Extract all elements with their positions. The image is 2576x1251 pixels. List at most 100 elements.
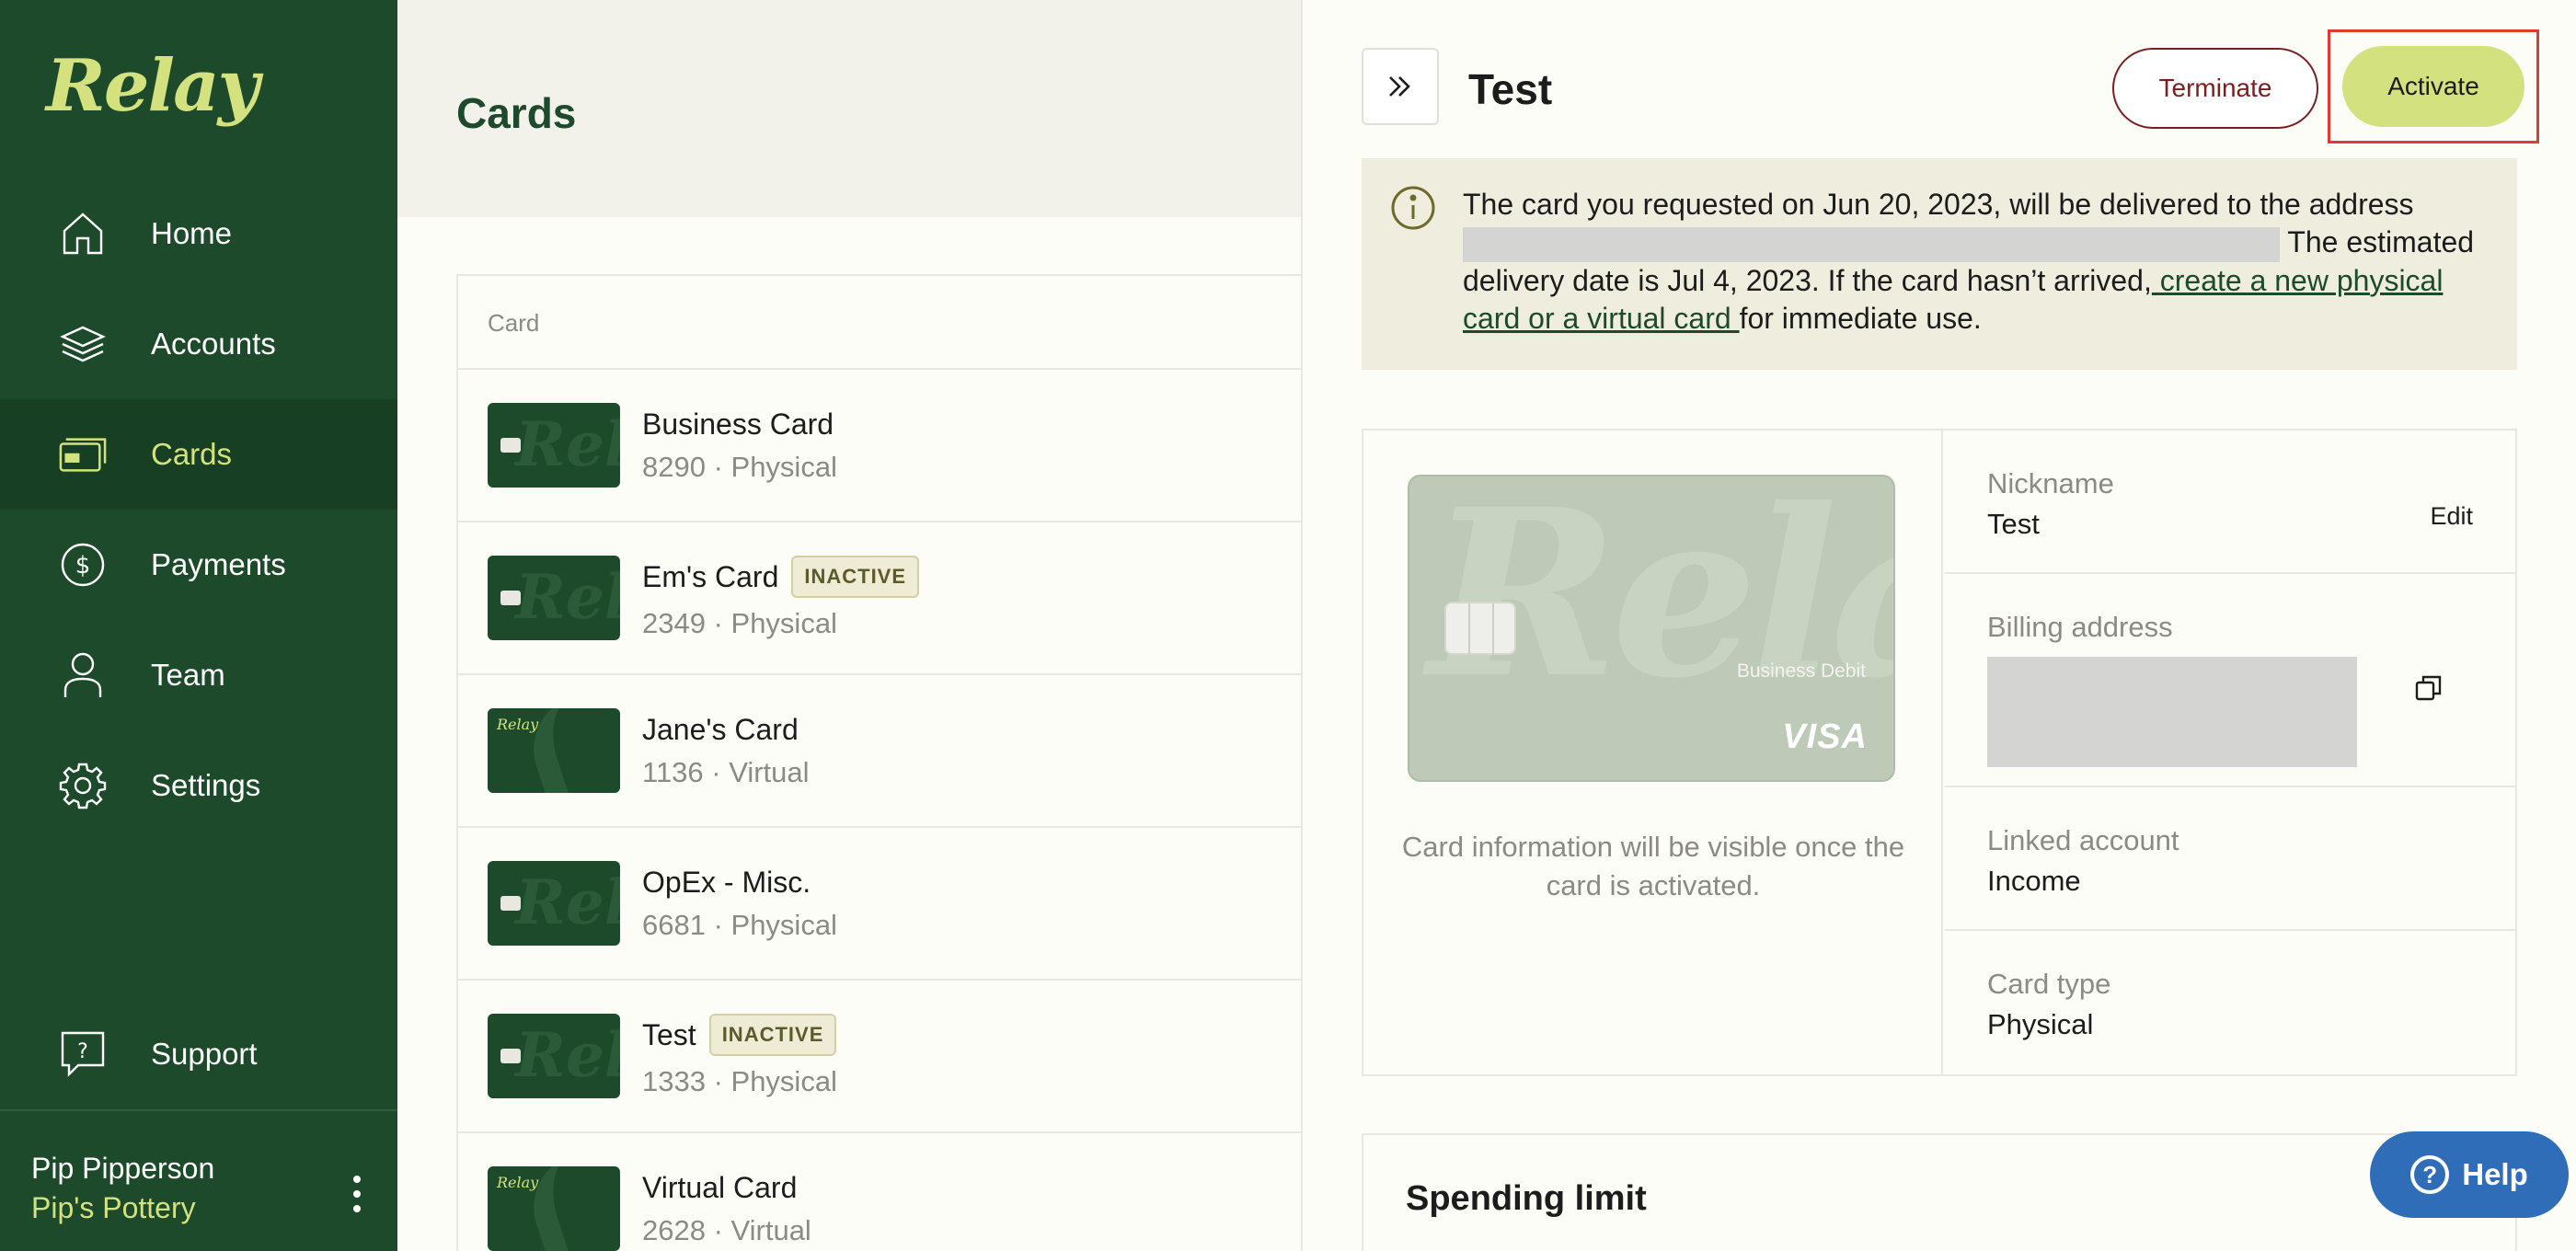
field-label: Billing address <box>1987 611 2173 643</box>
card-detail-title: Test <box>1468 65 1553 113</box>
card-name: Virtual Card <box>642 1170 798 1204</box>
nickname-field: Nickname Test Edit <box>1945 430 2517 574</box>
card-fields: Nickname Test Edit Billing address Linke… <box>1945 430 2517 1074</box>
card-name: OpEx - Misc. <box>642 865 811 899</box>
card-preview: Relay Business Debit VISA <box>1408 475 1895 782</box>
activate-highlight: Activate <box>2328 29 2539 143</box>
card-row-ems[interactable]: Relay Em's Card INACTIVE 2349 · Physical <box>458 522 1301 675</box>
activate-button[interactable]: Activate <box>2342 46 2524 127</box>
card-thumbnail: Relay <box>488 708 620 793</box>
sidebar-item-payments[interactable]: $ Payments <box>0 510 397 620</box>
card-subtitle: 1136 · Virtual <box>642 755 810 788</box>
gear-icon <box>59 762 107 809</box>
sidebar-item-label: Home <box>151 216 233 250</box>
sidebar-item-label: Accounts <box>151 327 276 361</box>
person-icon <box>59 651 107 699</box>
field-label: Card type <box>1987 968 2111 1000</box>
card-info-grid: Relay Business Debit VISA Card informati… <box>1362 429 2517 1076</box>
home-icon <box>59 210 107 258</box>
delivery-notice: The card you requested on Jun 20, 2023, … <box>1362 158 2517 370</box>
help-button[interactable]: ? Help <box>2370 1131 2569 1218</box>
cards-header: Cards <box>397 0 1301 217</box>
card-subtitle: 6681 · Physical <box>642 908 837 941</box>
support-section: ? Support <box>0 999 397 1109</box>
notice-text: for immediate use. <box>1739 301 1982 335</box>
spending-limit-section: Spending limit <box>1362 1133 2517 1251</box>
sidebar-item-label: Payments <box>151 547 286 581</box>
card-name: Business Card <box>642 407 834 441</box>
svg-text:$: $ <box>75 552 91 580</box>
card-thumbnail: Relay <box>488 403 620 488</box>
card-subtitle: 2349 · Physical <box>642 607 837 639</box>
field-label: Linked account <box>1987 824 2179 856</box>
card-name: Test <box>642 1017 696 1051</box>
status-badge: INACTIVE <box>791 556 920 598</box>
sidebar-item-label: Team <box>151 658 225 692</box>
card-name: Em's Card <box>642 559 779 593</box>
redacted-billing-address <box>1987 657 2357 767</box>
linked-account-field: Linked account Income <box>1945 787 2517 931</box>
notice-text: The card you requested on Jun 20, 2023, … <box>1463 188 2414 221</box>
page-title: Cards <box>456 89 577 137</box>
status-badge: INACTIVE <box>708 1014 837 1056</box>
cards-list-panel: Cards Card Relay Business Card 8290 · Ph… <box>397 0 1301 1251</box>
card-row-janes[interactable]: Relay Jane's Card 1136 · Virtual <box>458 675 1301 828</box>
card-thumbnail: Relay <box>488 1014 620 1098</box>
cards-table: Card Relay Business Card 8290 · Physical… <box>456 274 1301 1251</box>
svg-text:?: ? <box>77 1040 88 1063</box>
card-subtitle: 2628 · Virtual <box>642 1213 811 1246</box>
org-name: Pip's Pottery <box>31 1191 196 1224</box>
column-header-card: Card <box>458 276 1301 370</box>
card-thumbnail: Relay <box>488 861 620 946</box>
sidebar-item-label: Support <box>151 1037 258 1071</box>
layers-icon <box>59 320 107 368</box>
card-detail-panel: Test Terminate Activate The card you req… <box>1301 0 2576 1251</box>
sidebar-item-team[interactable]: Team <box>0 620 397 730</box>
card-row-business[interactable]: Relay Business Card 8290 · Physical <box>458 370 1301 522</box>
user-profile[interactable]: Pip Pipperson Pip's Pottery <box>0 1109 397 1251</box>
card-row-virtual[interactable]: Relay Virtual Card 2628 · Virtual <box>458 1133 1301 1251</box>
card-icon <box>59 430 107 478</box>
field-value: Income <box>1987 865 2081 897</box>
double-chevron-right-icon <box>1389 76 1410 97</box>
dollar-icon: $ <box>59 541 107 589</box>
card-subtitle: 1333 · Physical <box>642 1065 837 1097</box>
user-name: Pip Pipperson <box>31 1152 215 1185</box>
visa-logo: VISA <box>1782 717 1868 756</box>
sidebar-item-settings[interactable]: Settings <box>0 730 397 841</box>
field-value: Physical <box>1987 1008 2094 1040</box>
info-icon <box>1389 184 1437 241</box>
card-type-label: Business Debit <box>1736 660 1866 682</box>
field-label: Nickname <box>1987 467 2114 499</box>
sidebar-nav: Home Accounts Cards $ Payments Team Sett… <box>0 178 397 841</box>
sidebar-item-accounts[interactable]: Accounts <box>0 289 397 399</box>
edit-nickname-link[interactable]: Edit <box>2430 502 2473 531</box>
card-row-opex[interactable]: Relay OpEx - Misc. 6681 · Physical <box>458 828 1301 981</box>
redacted-address <box>1463 226 2280 262</box>
chip-icon <box>1444 602 1516 655</box>
more-options-icon[interactable] <box>350 1176 364 1212</box>
card-thumbnail: Relay <box>488 1166 620 1251</box>
sidebar: Relay Home Accounts Cards $ Payments Tea… <box>0 0 397 1251</box>
card-row-test[interactable]: Relay Test INACTIVE 1333 · Physical <box>458 981 1301 1133</box>
relay-logo[interactable]: Relay <box>46 44 259 128</box>
expand-panel-button[interactable] <box>1362 48 1439 125</box>
copy-icon[interactable] <box>2414 673 2444 707</box>
help-label: Help <box>2462 1157 2528 1191</box>
question-icon: ? <box>2410 1155 2450 1194</box>
sidebar-item-cards[interactable]: Cards <box>0 399 397 510</box>
card-thumbnail: Relay <box>488 556 620 640</box>
sidebar-item-label: Settings <box>151 768 261 802</box>
sidebar-item-support[interactable]: ? Support <box>0 999 397 1109</box>
support-chat-icon: ? <box>59 1030 107 1078</box>
billing-address-field: Billing address <box>1945 574 2517 787</box>
card-info-note: Card information will be visible once th… <box>1401 831 1905 901</box>
sidebar-item-label: Cards <box>151 437 233 471</box>
sidebar-item-home[interactable]: Home <box>0 178 397 289</box>
terminate-button[interactable]: Terminate <box>2112 48 2318 129</box>
card-subtitle: 8290 · Physical <box>642 450 837 483</box>
card-preview-section: Relay Business Debit VISA Card informati… <box>1363 430 1943 1074</box>
card-type-field: Card type Physical <box>1945 931 2517 1074</box>
spending-limit-title: Spending limit <box>1406 1179 1647 1218</box>
card-name: Jane's Card <box>642 712 799 746</box>
